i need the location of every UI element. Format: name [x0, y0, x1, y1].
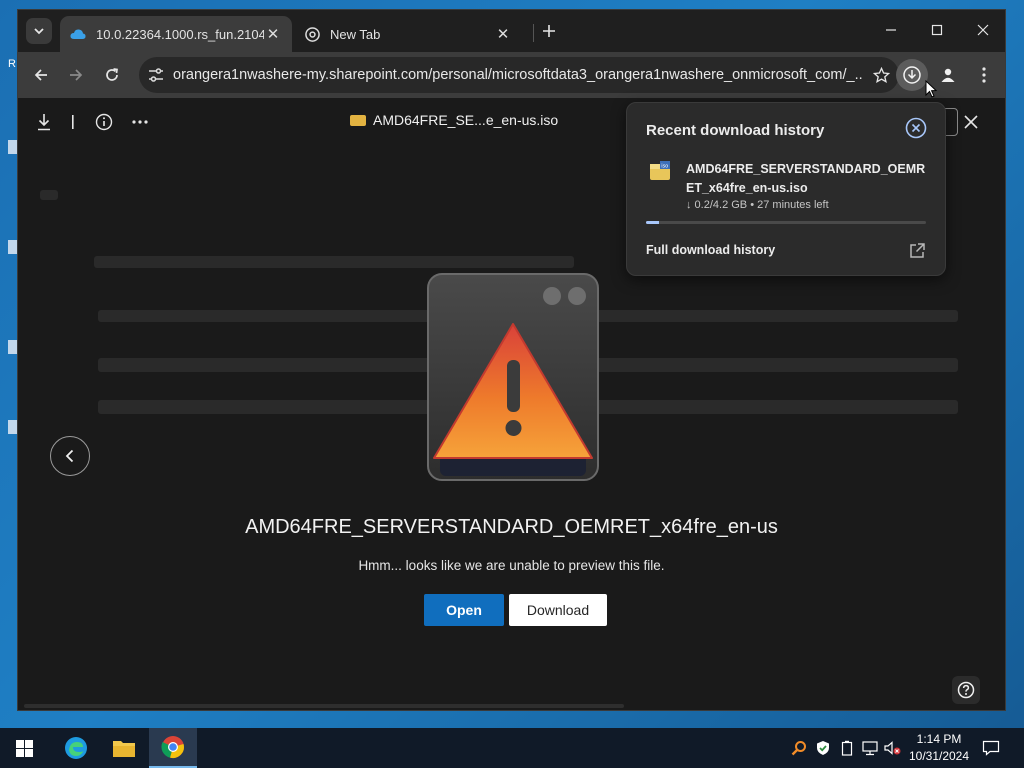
folder-icon: [113, 741, 135, 757]
tab-close-icon[interactable]: ✕: [264, 25, 282, 43]
start-button[interactable]: [0, 728, 48, 768]
minimize-button[interactable]: [868, 10, 914, 50]
download-history-bubble: Recent download history iso AMD64FRE_SER…: [626, 102, 946, 276]
mouse-cursor-icon: [925, 80, 937, 98]
taskbar-file-explorer[interactable]: [100, 728, 148, 768]
tab-sharepoint[interactable]: 10.0.22364.1000.rs_fun.210416- ✕: [60, 16, 292, 52]
unsupported-file-illustration: [422, 268, 604, 486]
file-title-text: AMD64FRE_SE...e_en-us.iso: [373, 112, 559, 128]
onedrive-icon: [70, 26, 86, 42]
more-horizontal-icon: [132, 120, 148, 124]
new-tab-button[interactable]: [536, 19, 562, 45]
reload-button[interactable]: [96, 59, 128, 91]
chevron-down-icon: [34, 28, 44, 35]
site-settings-icon[interactable]: [147, 66, 165, 84]
arrow-right-icon: [70, 69, 83, 81]
horizontal-scrollbar[interactable]: [24, 704, 624, 708]
volume-muted-icon[interactable]: [884, 739, 902, 757]
taskbar: 1:14 PM 10/31/2024: [0, 728, 1024, 768]
full-download-history-link[interactable]: Full download history: [646, 243, 775, 257]
tab-new-tab[interactable]: New Tab ✕: [294, 16, 522, 52]
close-icon: [964, 115, 978, 129]
background-breadcrumb: [94, 256, 574, 268]
download-item-status: ↓ 0.2/4.2 GB • 27 minutes left: [686, 199, 829, 211]
viewer-close-button[interactable]: [959, 110, 983, 134]
address-url[interactable]: orangera1nwashere-my.sharepoint.com/pers…: [173, 67, 863, 83]
taskbar-edge[interactable]: [52, 728, 100, 768]
tab-separator: [533, 24, 534, 42]
notifications-icon[interactable]: [982, 739, 1000, 757]
tab-title: New Tab: [330, 26, 381, 42]
archive-icon: [350, 114, 366, 126]
previous-file-button[interactable]: [50, 436, 90, 476]
close-icon: [977, 24, 989, 36]
download-icon: [38, 114, 50, 131]
clock-time: 1:14 PM: [916, 732, 962, 746]
maximize-button[interactable]: [914, 10, 960, 50]
help-icon: [957, 681, 975, 699]
close-window-button[interactable]: [960, 10, 1005, 50]
edge-icon: [65, 737, 87, 759]
back-button[interactable]: [25, 59, 57, 91]
toolbar-divider: [61, 110, 85, 134]
tab-strip: 10.0.22364.1000.rs_fun.210416- ✕ New Tab…: [18, 10, 1005, 52]
search-tray-icon[interactable]: [790, 739, 808, 757]
minimize-icon: [886, 29, 896, 31]
person-icon: [941, 68, 955, 82]
bubble-heading: Recent download history: [646, 122, 825, 139]
svg-text:iso: iso: [661, 164, 668, 170]
close-circle-icon: [905, 117, 927, 139]
background-header-bar: [40, 190, 58, 200]
downloads-button[interactable]: [896, 59, 928, 91]
open-external-icon[interactable]: [908, 242, 926, 260]
security-shield-icon[interactable]: [814, 739, 832, 757]
download-button[interactable]: Download: [509, 594, 607, 626]
taskbar-chrome[interactable]: [149, 728, 197, 768]
chrome-icon: [161, 736, 184, 758]
info-button[interactable]: [92, 110, 116, 134]
download-file-button[interactable]: [32, 110, 56, 134]
open-button[interactable]: Open: [424, 594, 504, 626]
tab-title: 10.0.22364.1000.rs_fun.210416-: [96, 26, 264, 42]
forward-button[interactable]: [60, 59, 92, 91]
tab-close-icon[interactable]: ✕: [494, 25, 512, 43]
plus-icon: [543, 25, 555, 37]
download-item-name[interactable]: AMD64FRE_SERVERSTANDARD_OEMRET_x64fre_en…: [686, 160, 932, 198]
viewer-file-title: AMD64FRE_SE...e_en-us.iso: [350, 112, 558, 128]
help-button[interactable]: [952, 676, 980, 704]
battery-icon[interactable]: [838, 739, 856, 757]
taskbar-clock[interactable]: 1:14 PM 10/31/2024: [905, 731, 973, 765]
bookmark-star-icon[interactable]: [863, 66, 899, 84]
bubble-close-button[interactable]: [904, 116, 928, 140]
iso-file-icon: iso: [650, 161, 670, 180]
chrome-icon: [304, 26, 320, 42]
clock-date: 10/31/2024: [908, 749, 970, 763]
download-progress-fill: [646, 221, 660, 224]
download-icon: [903, 66, 921, 84]
address-bar[interactable]: orangera1nwashere-my.sharepoint.com/pers…: [139, 57, 899, 93]
download-progress-bar: [646, 221, 926, 224]
maximize-icon: [931, 24, 943, 36]
desktop-label-fragment: R: [8, 58, 16, 70]
more-options-button[interactable]: [128, 110, 152, 134]
document-name: AMD64FRE_SERVERSTANDARD_OEMRET_x64fre_en…: [245, 516, 778, 538]
browser-window: 10.0.22364.1000.rs_fun.210416- ✕ New Tab…: [17, 9, 1006, 711]
network-icon[interactable]: [861, 739, 879, 757]
chevron-left-icon: [65, 449, 74, 463]
tab-search-button[interactable]: [26, 18, 52, 44]
browser-menu-button[interactable]: [968, 59, 1000, 91]
preview-error-message: Hmm... looks like we are unable to previ…: [358, 558, 665, 573]
browser-toolbar: orangera1nwashere-my.sharepoint.com/pers…: [18, 52, 1005, 98]
kebab-menu-icon: [982, 67, 986, 83]
arrow-left-icon: [34, 69, 47, 81]
windows-logo-icon: [15, 739, 33, 757]
reload-icon: [106, 68, 118, 81]
info-icon: [95, 113, 113, 131]
